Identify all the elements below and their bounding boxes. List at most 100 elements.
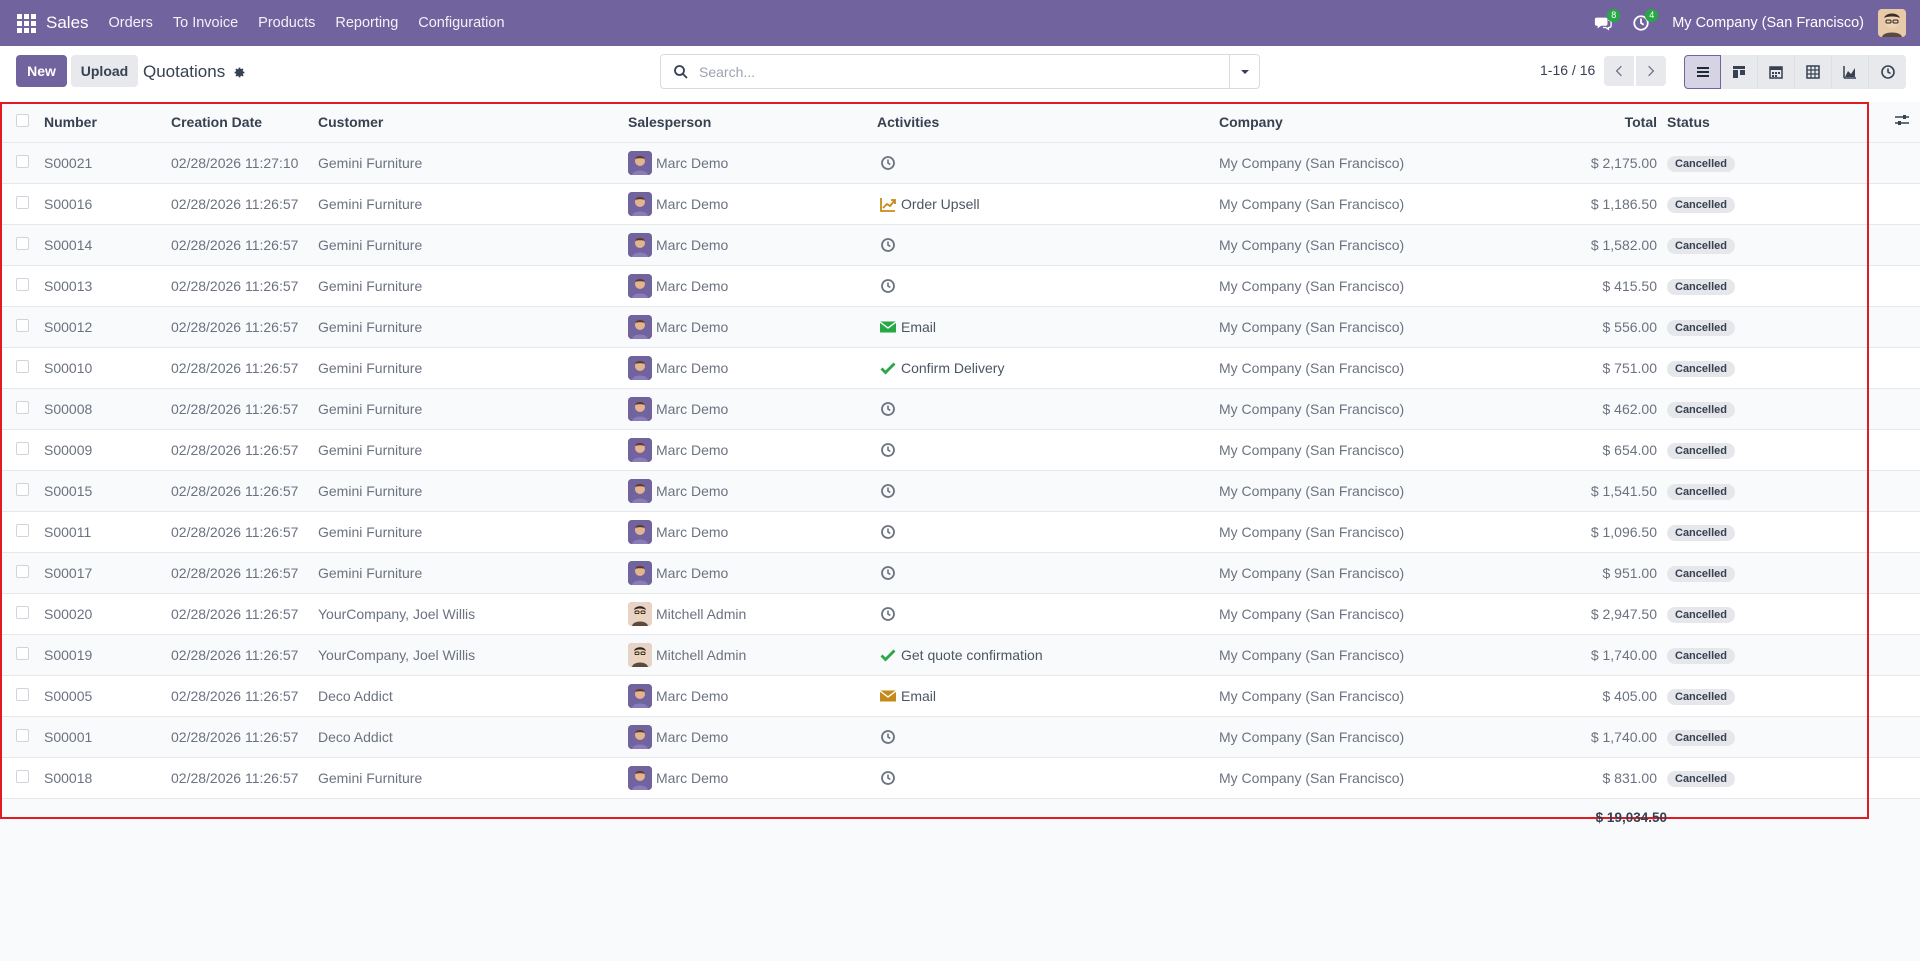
table-row[interactable]: S00001 02/28/2026 11:26:57 Deco Addict Marc… xyxy=(0,716,1920,758)
column-company[interactable]: Company xyxy=(1219,102,1549,143)
salesperson-avatar[interactable] xyxy=(628,273,652,298)
clock-icon[interactable] xyxy=(877,154,901,172)
row-checkbox[interactable] xyxy=(0,552,44,594)
activity-cell[interactable] xyxy=(877,224,1219,266)
activity-view-button[interactable] xyxy=(1869,55,1906,89)
clock-icon[interactable] xyxy=(877,523,901,541)
salesperson-avatar[interactable] xyxy=(628,437,652,462)
messages-button[interactable]: 8 xyxy=(1588,0,1621,46)
search-options-toggle[interactable] xyxy=(1229,55,1259,88)
column-creation-date[interactable]: Creation Date xyxy=(171,102,318,143)
clock-icon[interactable] xyxy=(877,400,901,418)
salesperson-avatar[interactable] xyxy=(628,150,652,175)
new-button[interactable]: New xyxy=(16,55,67,87)
table-row[interactable]: S00011 02/28/2026 11:26:57 Gemini Furnitur… xyxy=(0,511,1920,553)
check-icon[interactable] xyxy=(877,646,901,664)
activity-cell[interactable]: Email xyxy=(877,306,1219,348)
upload-button[interactable]: Upload xyxy=(71,55,138,87)
column-activities[interactable]: Activities xyxy=(877,102,1219,143)
row-checkbox[interactable] xyxy=(0,429,44,471)
clock-icon[interactable] xyxy=(877,564,901,582)
company-switcher[interactable]: My Company (San Francisco) xyxy=(1672,15,1864,31)
activity-cell[interactable] xyxy=(877,265,1219,307)
salesperson-avatar[interactable] xyxy=(628,232,652,257)
column-number[interactable]: Number xyxy=(44,102,171,143)
table-row[interactable]: S00008 02/28/2026 11:26:57 Gemini Furnitur… xyxy=(0,388,1920,430)
column-status[interactable]: Status xyxy=(1667,102,1894,143)
email-green-icon[interactable] xyxy=(877,318,901,336)
activity-cell[interactable] xyxy=(877,388,1219,430)
table-row[interactable]: S00020 02/28/2026 11:26:57 YourCompany, Jo… xyxy=(0,593,1920,635)
activity-cell[interactable] xyxy=(877,552,1219,594)
clock-icon[interactable] xyxy=(877,277,901,295)
row-checkbox[interactable] xyxy=(0,757,44,799)
email-orange-icon[interactable] xyxy=(877,687,901,705)
table-row[interactable]: S00005 02/28/2026 11:26:57 Deco Addict Marc… xyxy=(0,675,1920,717)
activity-cell[interactable] xyxy=(877,511,1219,553)
column-total[interactable]: Total xyxy=(1549,102,1667,143)
row-checkbox[interactable] xyxy=(0,142,44,184)
activity-cell[interactable] xyxy=(877,142,1219,184)
graph-view-button[interactable] xyxy=(1832,55,1869,89)
clock-icon[interactable] xyxy=(877,236,901,254)
table-row[interactable]: S00009 02/28/2026 11:26:57 Gemini Furnitur… xyxy=(0,429,1920,471)
kanban-view-button[interactable] xyxy=(1721,55,1758,89)
row-checkbox[interactable] xyxy=(0,716,44,758)
pager-value[interactable]: 1-16 / 16 xyxy=(1540,62,1595,78)
table-row[interactable]: S00017 02/28/2026 11:26:57 Gemini Furnitur… xyxy=(0,552,1920,594)
table-row[interactable]: S00010 02/28/2026 11:26:57 Gemini Furnitur… xyxy=(0,347,1920,389)
salesperson-avatar[interactable] xyxy=(628,683,652,708)
row-checkbox[interactable] xyxy=(0,388,44,430)
pager-previous-button[interactable] xyxy=(1604,56,1634,86)
clock-icon[interactable] xyxy=(877,482,901,500)
salesperson-avatar[interactable] xyxy=(628,355,652,380)
table-row[interactable]: S00014 02/28/2026 11:26:57 Gemini Furnitur… xyxy=(0,224,1920,266)
activity-cell[interactable]: Confirm Delivery xyxy=(877,347,1219,389)
row-checkbox[interactable] xyxy=(0,306,44,348)
row-checkbox[interactable] xyxy=(0,634,44,676)
row-checkbox[interactable] xyxy=(0,265,44,307)
pivot-view-button[interactable] xyxy=(1795,55,1832,89)
salesperson-avatar[interactable] xyxy=(628,560,652,585)
list-view-button[interactable] xyxy=(1684,55,1721,89)
menu-orders[interactable]: Orders xyxy=(109,15,153,31)
optional-columns-toggle[interactable] xyxy=(1894,102,1920,143)
activity-cell[interactable]: Email xyxy=(877,675,1219,717)
clock-icon[interactable] xyxy=(877,605,901,623)
search-input[interactable] xyxy=(699,63,1229,80)
menu-to-invoice[interactable]: To Invoice xyxy=(173,15,238,31)
apps-menu-icon[interactable] xyxy=(0,0,52,46)
calendar-view-button[interactable] xyxy=(1758,55,1795,89)
activity-cell[interactable]: Get quote confirmation xyxy=(877,634,1219,676)
table-row[interactable]: S00021 02/28/2026 11:27:10 Gemini Furnitur… xyxy=(0,142,1920,184)
row-checkbox[interactable] xyxy=(0,183,44,225)
activity-cell[interactable] xyxy=(877,429,1219,471)
column-customer[interactable]: Customer xyxy=(318,102,628,143)
table-row[interactable]: S00019 02/28/2026 11:26:57 YourCompany, Jo… xyxy=(0,634,1920,676)
activities-button[interactable]: 4 xyxy=(1626,0,1659,46)
salesperson-avatar[interactable] xyxy=(628,765,652,790)
pager-next-button[interactable] xyxy=(1636,56,1666,86)
salesperson-avatar[interactable] xyxy=(628,478,652,503)
table-row[interactable]: S00018 02/28/2026 11:26:57 Gemini Furnitur… xyxy=(0,757,1920,799)
table-row[interactable]: S00015 02/28/2026 11:26:57 Gemini Furnitur… xyxy=(0,470,1920,512)
row-checkbox[interactable] xyxy=(0,511,44,553)
select-all-checkbox[interactable] xyxy=(0,102,44,143)
salesperson-avatar[interactable] xyxy=(628,519,652,544)
clock-icon[interactable] xyxy=(877,769,901,787)
salesperson-avatar[interactable] xyxy=(628,314,652,339)
table-row[interactable]: S00016 02/28/2026 11:26:57 Gemini Furnitur… xyxy=(0,183,1920,225)
activity-cell[interactable]: Order Upsell xyxy=(877,183,1219,225)
activity-cell[interactable] xyxy=(877,470,1219,512)
row-checkbox[interactable] xyxy=(0,470,44,512)
user-avatar[interactable] xyxy=(1878,9,1906,37)
chart-up-icon[interactable] xyxy=(877,195,901,213)
table-row[interactable]: S00012 02/28/2026 11:26:57 Gemini Furnitur… xyxy=(0,306,1920,348)
table-row[interactable]: S00013 02/28/2026 11:26:57 Gemini Furnitur… xyxy=(0,265,1920,307)
salesperson-avatar[interactable] xyxy=(628,191,652,216)
app-name[interactable]: Sales xyxy=(46,13,89,33)
salesperson-avatar[interactable] xyxy=(628,724,652,749)
menu-products[interactable]: Products xyxy=(258,15,315,31)
salesperson-avatar[interactable] xyxy=(628,601,652,626)
row-checkbox[interactable] xyxy=(0,224,44,266)
